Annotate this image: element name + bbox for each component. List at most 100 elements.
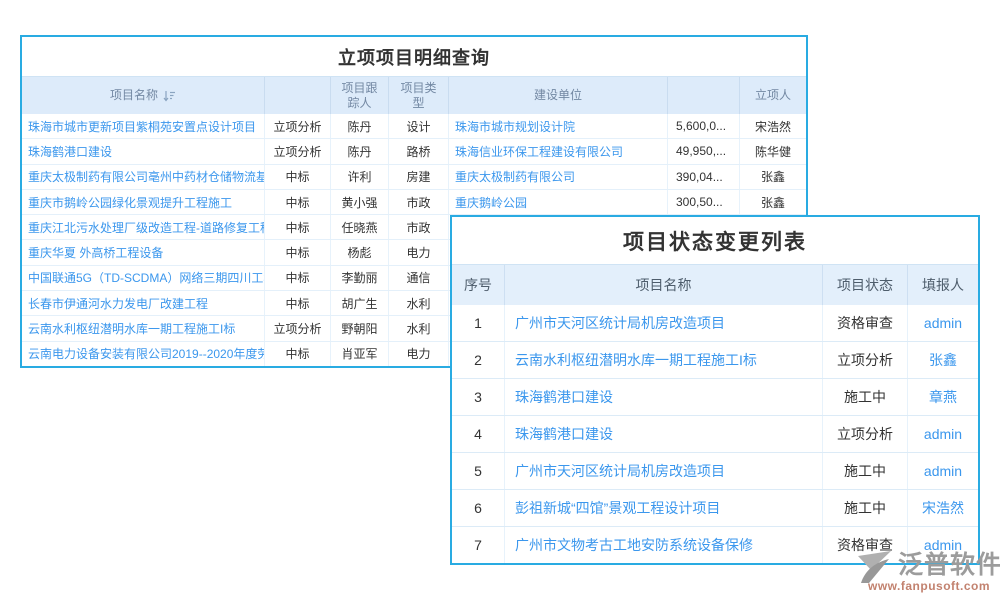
project-status: 立项分析 [265,316,331,340]
panel1-title: 立项项目明细查询 [22,37,806,77]
reporter-link[interactable]: 宋浩然 [908,490,978,526]
project-status: 立项分析 [823,416,908,452]
table-row: 5 广州市天河区统计局机房改造项目 施工中 admin [452,453,978,490]
reporter-link[interactable]: 张鑫 [908,342,978,378]
project-tracker: 陈丹 [331,139,389,163]
project-name-link[interactable]: 珠海鹤港口建设 [505,416,823,452]
table-row: 重庆太极制药有限公司亳州中药材仓储物流基地 中标 许利 房建 重庆太极制药有限公… [22,165,806,190]
project-name-link[interactable]: 重庆江北污水处理厂级改造工程-道路修复工程 [22,215,265,239]
project-tracker: 任晓燕 [331,215,389,239]
project-status: 立项分析 [265,114,331,138]
panel2-header-row: 序号 项目名称 项目状态 填报人 [452,265,978,305]
project-name-link[interactable]: 重庆市鹅岭公园绿化景观提升工程施工 [22,190,265,214]
project-type: 电力 [389,240,449,264]
project-status: 中标 [265,342,331,366]
project-name-link[interactable]: 珠海鹤港口建设 [22,139,265,163]
table-row: 6 彭祖新城“四馆”景观工程设计项目 施工中 宋浩然 [452,490,978,527]
project-tracker: 陈丹 [331,114,389,138]
project-type: 路桥 [389,139,449,163]
project-tracker: 肖亚军 [331,342,389,366]
project-name-link[interactable]: 广州市天河区统计局机房改造项目 [505,453,823,489]
project-type: 市政 [389,215,449,239]
construction-unit-link[interactable]: 重庆太极制药有限公司 [449,165,668,189]
column-header-label: 项目名称 [110,88,158,103]
watermark-url-text: www.fanpusoft.com [868,579,990,593]
project-status: 施工中 [823,379,908,415]
column-header-unit: 建设单位 [449,77,668,114]
project-type: 市政 [389,190,449,214]
project-name-link[interactable]: 中国联通5G（TD-SCDMA）网络三期四川工程 [22,266,265,290]
table-row: 3 珠海鹤港口建设 施工中 章燕 [452,379,978,416]
project-name-link[interactable]: 珠海鹤港口建设 [505,379,823,415]
project-initiator: 陈华健 [740,139,806,163]
column-header-no: 序号 [452,265,505,305]
vendor-watermark: 泛普软件 www.fanpusoft.com [852,545,1000,597]
table-row: 1 广州市天河区统计局机房改造项目 资格审查 admin [452,305,978,342]
watermark-brand-text: 泛普软件 [898,545,1000,581]
project-status: 立项分析 [265,139,331,163]
project-initiator: 张鑫 [740,165,806,189]
project-status: 中标 [265,190,331,214]
construction-unit-link[interactable]: 重庆鹅岭公园 [449,190,668,214]
column-header-type: 项目类型 [389,77,449,114]
project-status: 施工中 [823,453,908,489]
project-name-link[interactable]: 云南水利枢纽潜明水库一期工程施工I标 [505,342,823,378]
sort-descending-icon[interactable] [163,90,176,102]
panel2-title: 项目状态变更列表 [452,217,978,265]
row-number: 1 [452,305,505,341]
project-amount: 300,50... [668,190,740,214]
project-name-link[interactable]: 珠海市城市更新项目紫桐苑安置点设计项目 [22,114,265,138]
row-number: 6 [452,490,505,526]
project-tracker: 许利 [331,165,389,189]
project-type: 水利 [389,316,449,340]
column-header-project-name: 项目名称 [505,265,823,305]
project-name-link[interactable]: 长春市伊通河水力发电厂改建工程 [22,291,265,315]
project-type: 电力 [389,342,449,366]
panel1-header-row: 项目名称 项目跟踪人 项目类型 建设单位 立项人 [22,77,806,114]
table-row: 重庆市鹅岭公园绿化景观提升工程施工 中标 黄小强 市政 重庆鹅岭公园 300,5… [22,190,806,215]
project-status: 施工中 [823,490,908,526]
project-name-link[interactable]: 云南水利枢纽潜明水库一期工程施工I标 [22,316,265,340]
reporter-link[interactable]: admin [908,453,978,489]
table-row: 4 珠海鹤港口建设 立项分析 admin [452,416,978,453]
construction-unit-link[interactable]: 珠海市城市规划设计院 [449,114,668,138]
reporter-link[interactable]: admin [908,305,978,341]
status-change-list-panel: 项目状态变更列表 序号 项目名称 项目状态 填报人 1 广州市天河区统计局机房改… [450,215,980,565]
project-name-link[interactable]: 广州市天河区统计局机房改造项目 [505,305,823,341]
construction-unit-link[interactable]: 珠海信业环保工程建设有限公司 [449,139,668,163]
column-header-label: 项目跟踪人 [338,81,382,111]
project-name-link[interactable]: 广州市文物考古工地安防系统设备保修 [505,527,823,563]
reporter-link[interactable]: admin [908,416,978,452]
column-header-label: 项目类型 [397,81,441,111]
project-status: 中标 [265,291,331,315]
project-status: 资格审查 [823,305,908,341]
row-number: 5 [452,453,505,489]
column-header-project-name[interactable]: 项目名称 [22,77,265,114]
column-header-status [265,77,331,114]
row-number: 3 [452,379,505,415]
page: 立项项目明细查询 项目名称 项目跟踪人 项目类型 建设单位 [0,0,1000,600]
column-header-status: 项目状态 [823,265,908,305]
project-initiator: 张鑫 [740,190,806,214]
reporter-link[interactable]: 章燕 [908,379,978,415]
project-name-link[interactable]: 彭祖新城“四馆”景观工程设计项目 [505,490,823,526]
project-name-link[interactable]: 云南电力设备安装有限公司2019--2020年度劳务 [22,342,265,366]
project-status: 中标 [265,165,331,189]
project-status: 中标 [265,266,331,290]
row-number: 7 [452,527,505,563]
project-name-link[interactable]: 重庆华夏 外高桥工程设备 [22,240,265,264]
table-row: 珠海鹤港口建设 立项分析 陈丹 路桥 珠海信业环保工程建设有限公司 49,950… [22,139,806,164]
project-tracker: 野朝阳 [331,316,389,340]
project-status: 中标 [265,215,331,239]
row-number: 2 [452,342,505,378]
project-status: 立项分析 [823,342,908,378]
project-name-link[interactable]: 重庆太极制药有限公司亳州中药材仓储物流基地 [22,165,265,189]
project-tracker: 李勤丽 [331,266,389,290]
project-type: 房建 [389,165,449,189]
project-tracker: 胡广生 [331,291,389,315]
column-header-initiator: 立项人 [740,77,806,114]
project-initiator: 宋浩然 [740,114,806,138]
project-tracker: 杨彪 [331,240,389,264]
project-amount: 390,04... [668,165,740,189]
column-header-amount [668,77,740,114]
